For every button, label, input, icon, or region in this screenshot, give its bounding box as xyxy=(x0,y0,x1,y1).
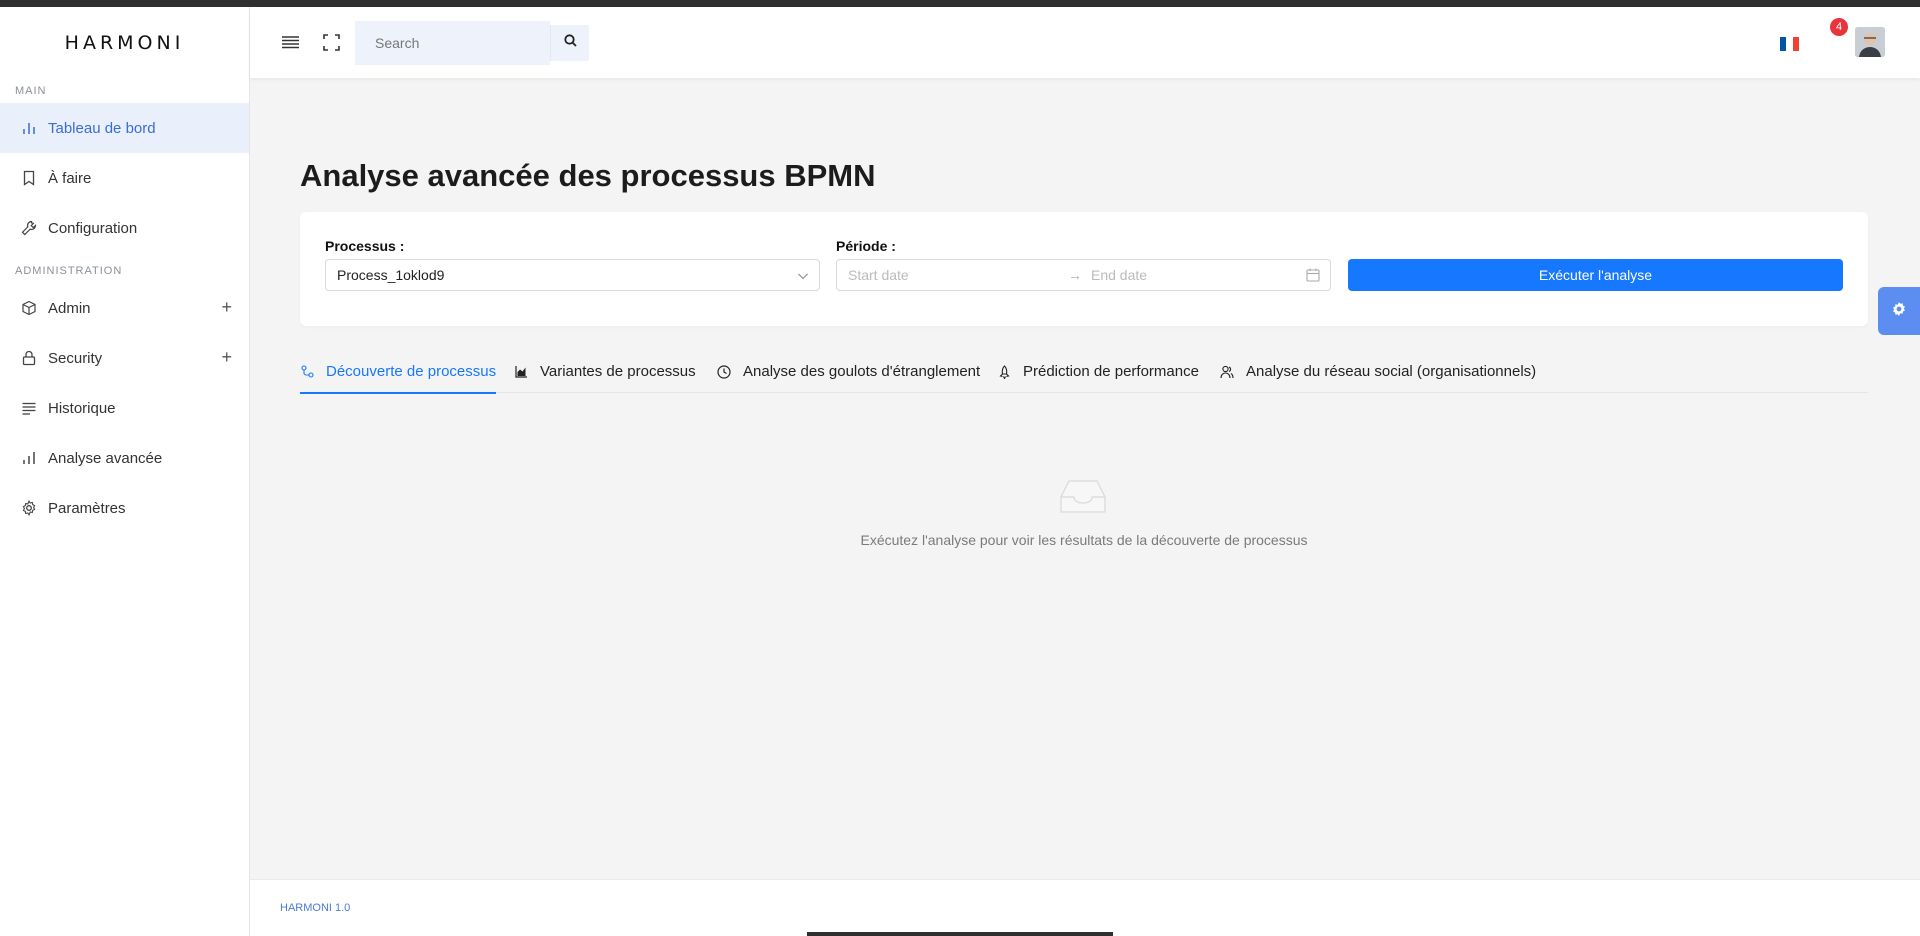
period-label: Période : xyxy=(836,238,896,254)
sidebar-item-analyse-avancee[interactable]: Analyse avancée xyxy=(0,433,249,483)
sidebar-section-administration: ADMINISTRATION xyxy=(15,265,123,277)
footer: HARMONI 1.0 xyxy=(250,879,1920,936)
tab-label: Analyse des goulots d'étranglement xyxy=(743,363,981,380)
tab-label: Analyse du réseau social (organisationne… xyxy=(1246,363,1537,380)
analysis-filter-card: Processus : Process_1oklod9 Période : St… xyxy=(300,212,1868,326)
sidebar-item-label: Security xyxy=(48,349,103,367)
sidebar-item-label: Historique xyxy=(48,399,116,417)
date-range-picker[interactable]: Start date → End date xyxy=(836,259,1331,291)
empty-state-text: Exécutez l'analyse pour voir les résulta… xyxy=(860,532,1308,548)
tab-prediction[interactable]: Prédiction de performance xyxy=(997,350,1199,393)
area-chart-icon xyxy=(514,365,528,379)
sidebar-item-label: Tableau de bord xyxy=(48,119,156,137)
tab-variantes[interactable]: Variantes de processus xyxy=(514,350,696,393)
language-flag-fr[interactable] xyxy=(1780,37,1799,51)
list-icon xyxy=(20,399,38,417)
tab-label: Variantes de processus xyxy=(540,363,696,380)
search-input[interactable] xyxy=(355,21,550,65)
bar-chart-icon xyxy=(20,119,38,137)
rocket-icon xyxy=(997,364,1011,379)
bookmark-icon xyxy=(20,169,38,187)
cube-icon xyxy=(20,299,38,317)
wrench-icon xyxy=(20,219,38,237)
team-icon xyxy=(1220,365,1234,379)
sidebar-item-a-faire[interactable]: À faire xyxy=(0,153,249,203)
range-arrow-icon: → xyxy=(1068,267,1082,283)
expand-icon[interactable]: + xyxy=(221,297,232,318)
tab-decouverte[interactable]: Découverte de processus xyxy=(300,350,497,394)
window-top-strip xyxy=(0,0,1920,7)
chevron-down-icon xyxy=(797,269,809,285)
page-title: Analyse avancée des processus BPMN xyxy=(300,158,876,193)
sidebar-item-label: Paramètres xyxy=(48,499,126,517)
tab-label: Prédiction de performance xyxy=(1023,363,1199,380)
search-icon xyxy=(563,34,577,52)
run-analysis-button[interactable]: Exécuter l'analyse xyxy=(1348,259,1843,291)
tab-goulots[interactable]: Analyse des goulots d'étranglement xyxy=(717,350,980,393)
search-box xyxy=(355,21,589,65)
sidebar-item-parametres[interactable]: Paramètres xyxy=(0,483,249,533)
process-label: Processus : xyxy=(325,238,405,254)
gear-icon xyxy=(20,499,38,517)
expand-icon[interactable]: + xyxy=(221,347,232,368)
analysis-tabs: Découverte de processus Variantes de pro… xyxy=(300,350,1868,394)
lock-icon xyxy=(20,349,38,367)
sidebar-item-label: Configuration xyxy=(48,219,138,237)
tab-reseau-social[interactable]: Analyse du réseau social (organisationne… xyxy=(1220,350,1536,393)
empty-inbox-icon xyxy=(1058,478,1108,521)
footer-version: HARMONI 1.0 xyxy=(280,902,351,914)
bar-chart-icon xyxy=(20,449,38,467)
process-select[interactable]: Process_1oklod9 xyxy=(325,259,820,291)
sidebar-item-admin[interactable]: Admin + xyxy=(0,283,249,333)
sidebar-section-main: MAIN xyxy=(15,85,47,97)
sidebar-item-security[interactable]: Security + xyxy=(0,333,249,383)
flag-stripe-red xyxy=(1792,37,1799,51)
sidebar: HARMONI MAIN Tableau de bord À faire Con… xyxy=(0,7,250,936)
sidebar-item-label: Analyse avancée xyxy=(48,449,163,467)
search-button[interactable] xyxy=(550,25,589,61)
sidebar-item-label: À faire xyxy=(48,169,92,187)
process-select-value: Process_1oklod9 xyxy=(337,267,445,283)
end-date-input[interactable]: End date xyxy=(1091,267,1147,283)
top-header: 4 xyxy=(250,7,1920,78)
gear-icon xyxy=(1891,301,1907,322)
brand-logo[interactable]: HARMONI xyxy=(0,7,249,79)
settings-drawer-button[interactable] xyxy=(1878,287,1920,335)
fullscreen-icon[interactable] xyxy=(321,32,341,52)
discovery-icon xyxy=(300,365,314,379)
notification-badge[interactable]: 4 xyxy=(1830,18,1848,36)
bottom-overlay-bar xyxy=(807,932,1113,936)
tab-label: Découverte de processus xyxy=(326,363,497,380)
sidebar-item-tableau-de-bord[interactable]: Tableau de bord xyxy=(0,103,249,153)
calendar-icon xyxy=(1306,268,1320,285)
avatar[interactable] xyxy=(1855,27,1885,57)
clock-icon xyxy=(717,364,731,379)
sidebar-item-label: Admin xyxy=(48,299,91,317)
sidebar-item-configuration[interactable]: Configuration xyxy=(0,203,249,253)
menu-toggle-icon[interactable] xyxy=(280,32,300,52)
sidebar-item-historique[interactable]: Historique xyxy=(0,383,249,433)
start-date-input[interactable]: Start date xyxy=(848,267,909,283)
